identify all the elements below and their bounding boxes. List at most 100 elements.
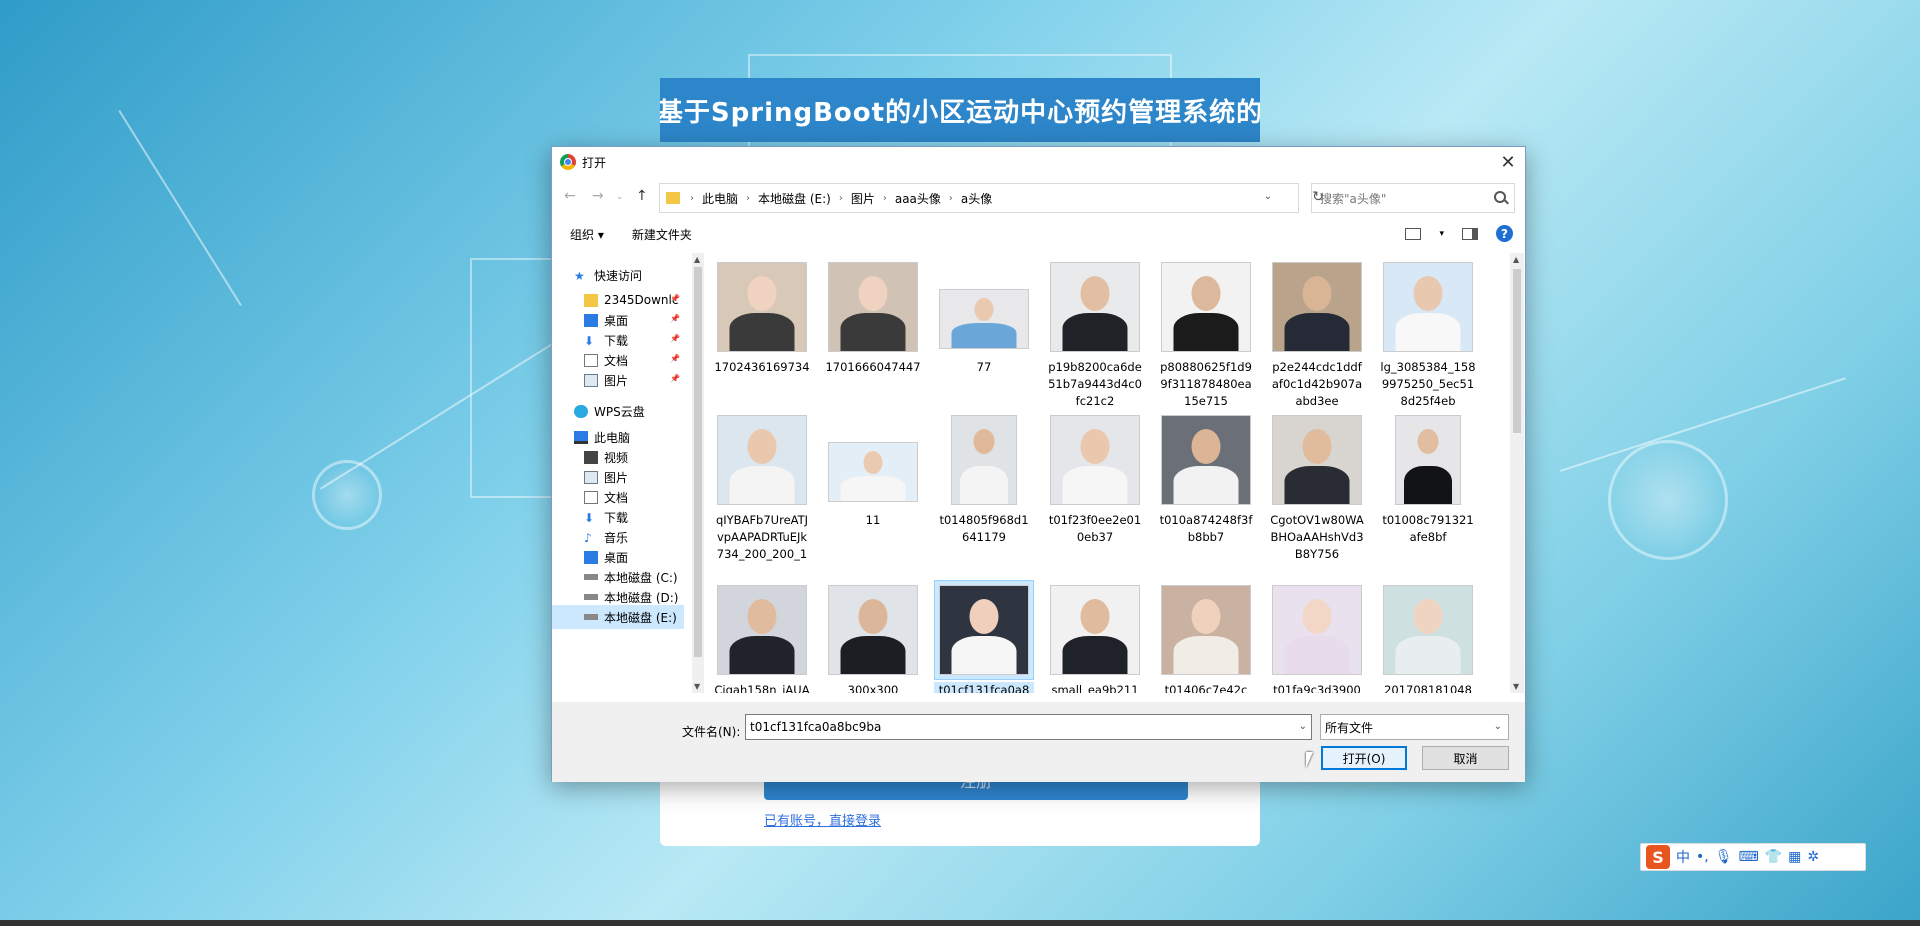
file-item[interactable]: t01fa9c3d3900e...	[1267, 580, 1367, 693]
organize-menu[interactable]: 组织 ▾	[570, 226, 604, 243]
thumbnail-frame	[823, 257, 923, 357]
file-item[interactable]: Ciqah158n_iAUAu...	[712, 580, 812, 693]
breadcrumb-item[interactable]: 此电脑	[702, 190, 738, 207]
sidebar-item[interactable]: WPS云盘	[552, 399, 684, 423]
toolbar-right: ▾ ?	[1405, 225, 1513, 242]
sidebar-item-label: 下载	[604, 510, 629, 525]
portrait-body	[1062, 466, 1128, 504]
thumbnail-frame	[1267, 580, 1367, 680]
thumbnail-frame	[1045, 257, 1145, 357]
sidebar-item-label: 2345Downlc	[604, 293, 679, 307]
settings-icon[interactable]: ✲	[1807, 849, 1819, 865]
chevron-right-icon: ›	[882, 192, 887, 204]
sidebar-item[interactable]: 本地磁盘 (E:)	[552, 605, 684, 629]
file-type-select[interactable]: 所有文件 ⌄	[1320, 714, 1509, 740]
image-thumbnail	[717, 585, 807, 675]
file-name: t01406c7e42c5...	[1164, 683, 1248, 693]
portrait-face	[1417, 429, 1439, 454]
breadcrumb-item[interactable]: aaa头像	[895, 190, 941, 207]
skin-icon[interactable]: 👕	[1765, 849, 1782, 865]
portrait-body	[1284, 636, 1350, 674]
help-icon[interactable]: ?	[1496, 225, 1513, 242]
ime-toolbar[interactable]: S 中 •, 🎙 ⌨ 👕 ▦ ✲	[1640, 843, 1866, 871]
chevron-down-icon[interactable]: ⌄	[1264, 191, 1272, 202]
file-name-input[interactable]: t01cf131fca0a8bc9ba ⌄	[745, 714, 1312, 740]
bg-deco-line	[118, 110, 242, 307]
file-item[interactable]: 2017081810481...	[1378, 580, 1478, 693]
file-item[interactable]: 77	[934, 257, 1034, 376]
cancel-button[interactable]: 取消	[1422, 746, 1509, 770]
file-item[interactable]: CgotOV1w80WABHOaAAHshVd3B8Y756	[1267, 410, 1367, 563]
portrait-face	[1080, 599, 1110, 634]
file-item[interactable]: qIYBAFb7UreATJvpAAPADRTuEJk734_200_200_1	[712, 410, 812, 563]
breadcrumb-item[interactable]: 本地磁盘 (E:)	[758, 190, 831, 207]
portrait-face	[1191, 599, 1221, 634]
portrait-face	[969, 599, 999, 634]
breadcrumb-item[interactable]: 图片	[851, 190, 875, 207]
download-icon: ⬇	[584, 510, 595, 525]
file-item[interactable]: lg_3085384_1589975250_5ec518d25f4eb	[1378, 257, 1478, 410]
file-item[interactable]: t014805f968d1641179	[934, 410, 1034, 546]
file-item[interactable]: 1702436169734	[712, 257, 812, 376]
file-name: t014805f968d1641179	[939, 513, 1029, 544]
file-item[interactable]: p80880625f1d99f311878480ea15e715	[1156, 257, 1256, 410]
file-name: t01fa9c3d3900e...	[1273, 683, 1361, 693]
sidebar-item-label: 桌面	[604, 313, 629, 328]
breadcrumb-item[interactable]: a头像	[961, 190, 992, 207]
file-item[interactable]: t010a874248f3fb8bb7	[1156, 410, 1256, 546]
preview-pane-icon[interactable]	[1462, 227, 1478, 240]
forward-arrow-icon[interactable]: →	[592, 188, 604, 204]
thumbnail-frame	[712, 257, 812, 357]
file-item[interactable]: p2e244cdc1ddfaf0c1d42b907aabd3ee	[1267, 257, 1367, 410]
thumbnail-frame	[934, 410, 1034, 510]
chevron-down-icon[interactable]: ⌄	[1494, 721, 1502, 732]
portrait-body	[960, 466, 1008, 504]
navigation-row: ← → ⌄ ↑ › 此电脑 › 本地磁盘 (E:) › 图片 › aaa头像 ›…	[552, 183, 1525, 213]
punctuation-icon[interactable]: •,	[1696, 849, 1709, 865]
file-item[interactable]: small_ea9b2113...	[1045, 580, 1145, 693]
desktop-icon	[584, 550, 598, 564]
microphone-icon[interactable]: 🎙	[1715, 849, 1733, 865]
file-item[interactable]: t01406c7e42c5...	[1156, 580, 1256, 693]
search-icon[interactable]	[1494, 191, 1506, 203]
sidebar-item[interactable]: ★ 快速访问	[552, 263, 684, 287]
file-item[interactable]: t01008c791321afe8bf	[1378, 410, 1478, 546]
pin-icon: 📌	[670, 354, 680, 363]
sidebar-item-label: 本地磁盘 (D:)	[604, 590, 679, 605]
ime-mode[interactable]: 中	[1676, 847, 1690, 867]
recent-dropdown-icon[interactable]: ⌄	[616, 192, 624, 202]
file-item[interactable]: t01f23f0ee2e010eb37	[1045, 410, 1145, 546]
open-file-dialog: 打开 ✕ ← → ⌄ ↑ › 此电脑 › 本地磁盘 (E:) › 图片 › aa…	[551, 146, 1526, 782]
portrait-face	[1413, 276, 1443, 311]
keyboard-icon[interactable]: ⌨	[1739, 849, 1759, 865]
pin-icon: 📌	[670, 374, 680, 383]
login-link[interactable]: 已有账号，直接登录	[764, 810, 881, 829]
search-input[interactable]: 搜索"a头像"	[1311, 183, 1515, 213]
address-bar[interactable]: › 此电脑 › 本地磁盘 (E:) › 图片 › aaa头像 › a头像 ⌄ ↻	[659, 183, 1324, 213]
dialog-toolbar: 组织 ▾ 新建文件夹 ▾ ?	[552, 219, 1525, 249]
navigation-scrollbar[interactable]: ▲ ▼	[692, 253, 704, 693]
new-folder-button[interactable]: 新建文件夹	[632, 226, 692, 243]
file-name: t01f23f0ee2e010eb37	[1048, 513, 1142, 544]
thumbnail-frame	[1156, 410, 1256, 510]
file-item[interactable]: 1701666047447	[823, 257, 923, 376]
file-item[interactable]: 300x300	[823, 580, 923, 693]
close-icon[interactable]: ✕	[1497, 151, 1519, 173]
change-view-icon[interactable]	[1405, 227, 1422, 240]
toolbox-icon[interactable]: ▦	[1788, 849, 1801, 865]
pictures-icon	[584, 373, 598, 387]
view-dropdown-icon[interactable]: ▾	[1439, 229, 1444, 239]
image-thumbnail	[717, 262, 807, 352]
file-item[interactable]: t01cf131fca0a8bc9ba	[934, 580, 1034, 693]
sidebar-item[interactable]: 图片 📌	[552, 368, 684, 392]
file-item[interactable]: 11	[823, 410, 923, 529]
file-grid-scrollbar[interactable]: ▲ ▼	[1510, 253, 1524, 693]
pictures-icon	[584, 470, 598, 484]
chevron-down-icon[interactable]: ⌄	[1299, 721, 1307, 732]
file-item[interactable]: p19b8200ca6de51b7a9443d4c0fc21c2	[1045, 257, 1145, 410]
up-arrow-icon[interactable]: ↑	[636, 188, 648, 204]
open-button[interactable]: 打开(O)	[1321, 746, 1407, 770]
file-name: 300x300	[847, 683, 899, 693]
back-arrow-icon[interactable]: ←	[564, 188, 576, 204]
portrait-face	[1302, 276, 1332, 311]
